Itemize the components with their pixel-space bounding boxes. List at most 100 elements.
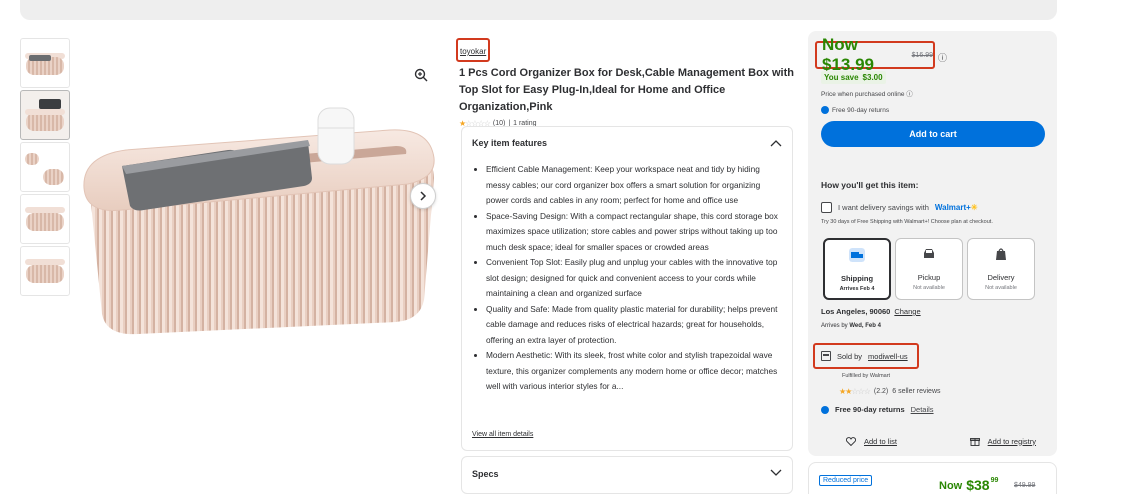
gift-icon (969, 438, 980, 446)
thumbnail-2[interactable] (20, 90, 70, 140)
add-to-registry-label: Add to registry (987, 436, 1036, 446)
specs-heading: Specs (472, 469, 499, 479)
delivery-location: Los Angeles, 90060 Change (821, 307, 921, 316)
reduced-was-price: $49.99 (1014, 482, 1036, 489)
chevron-up-icon[interactable] (770, 139, 782, 147)
option-label: Delivery (987, 273, 1015, 282)
arrives-by: Arrives by Wed, Feb 4 (821, 323, 881, 329)
seller-rating-value: (2.2) (873, 388, 889, 395)
reduced-now-price: Now $38 99 (939, 477, 998, 493)
option-shipping[interactable]: Shipping Arrives Feb 4 (823, 238, 891, 300)
brand-highlight: toyokar (456, 38, 491, 62)
location-text: Los Angeles, 90060 (821, 307, 891, 316)
walmart-plus-brand: Walmart+ (934, 203, 971, 212)
feature-item: Modern Aesthetic: With its sleek, frost … (486, 348, 782, 395)
add-to-list-label: Add to list (864, 436, 897, 446)
you-save-label: You save (824, 73, 859, 82)
price-when-online-text: Price when purchased online (821, 91, 905, 98)
reduced-dollars: $38 (966, 477, 990, 493)
reduced-price-card[interactable]: Reduced price Now $38 99 $49.99 (808, 462, 1057, 494)
fulfilled-by: Fulfilled by Walmart (842, 373, 891, 379)
fulfillment-heading: How you'll get this item: (821, 180, 919, 190)
brand-link[interactable]: toyokar (460, 47, 486, 56)
change-location-link[interactable]: Change (894, 307, 920, 316)
thumbnail-strip (20, 38, 72, 298)
walmart-plus-checkbox[interactable] (821, 202, 832, 213)
seller-rating: ★★☆☆☆ (2.2) 6 seller reviews (839, 387, 941, 396)
sold-by-label: Sold by (837, 351, 863, 361)
pickup-car-icon (924, 249, 934, 258)
zoom-in-icon (414, 68, 428, 82)
top-bar (20, 0, 1057, 20)
seller-stars: ★★☆☆☆ (839, 387, 871, 396)
add-to-list-button[interactable]: Add to list (846, 436, 897, 446)
main-product-image[interactable] (78, 38, 440, 338)
option-sub: Not available (985, 285, 1017, 291)
info-icon[interactable]: ⓘ (938, 51, 947, 64)
returns-icon (821, 106, 829, 114)
add-to-registry-button[interactable]: Add to registry (969, 436, 1036, 446)
sold-by-highlight: Sold by modiwell-us (813, 343, 919, 369)
thumbnail-1[interactable] (20, 38, 70, 88)
chevron-right-icon (420, 191, 427, 201)
arrives-by-label: Arrives by (821, 323, 848, 329)
walmart-plus-option: I want delivery savings with Walmart+✳ (821, 202, 978, 213)
thumbnail-5[interactable] (20, 246, 70, 296)
now-price: Now $13.99 (822, 35, 874, 74)
store-icon (821, 351, 831, 361)
info-icon[interactable]: ⓘ (906, 91, 913, 98)
shipping-truck-icon (849, 248, 865, 262)
key-features-header[interactable]: Key item features (472, 138, 782, 148)
seller-reviews[interactable]: 6 seller reviews (892, 388, 940, 395)
delivery-bag-icon (996, 248, 1006, 260)
chevron-down-icon (770, 469, 782, 476)
key-features-heading: Key item features (472, 138, 548, 148)
walmart-plus-text: I want delivery savings with (838, 203, 929, 212)
option-pickup[interactable]: Pickup Not available (895, 238, 963, 300)
key-features-panel: Key item features Efficient Cable Manage… (461, 126, 793, 451)
option-sub: Not available (913, 285, 945, 291)
price-when-online: Price when purchased online ⓘ (821, 88, 913, 98)
zoom-button[interactable] (409, 63, 433, 87)
feature-item: Space-Saving Design: With a compact rect… (486, 209, 782, 256)
savings-badge: You save $3.00 (821, 71, 886, 84)
free-returns-small-text: Free 90-day returns (832, 106, 890, 114)
spark-icon: ✳ (970, 203, 978, 212)
product-title: 1 Pcs Cord Organizer Box for Desk,Cable … (459, 67, 794, 113)
heart-icon (846, 436, 856, 446)
seller-link[interactable]: modiwell-us (868, 352, 908, 361)
walmart-plus-logo: Walmart+✳ (935, 203, 978, 212)
free-returns-badge: Free 90-day returns (821, 106, 889, 114)
reduced-price-tag: Reduced price (819, 475, 873, 486)
returns-details-link[interactable]: Details (911, 405, 934, 414)
option-sub: Arrives Feb 4 (839, 286, 875, 292)
product-info: toyokar 1 Pcs Cord Organizer Box for Des… (456, 38, 794, 128)
trial-text: Try 30 days of Free Shipping with Walmar… (821, 219, 993, 225)
option-delivery[interactable]: Delivery Not available (967, 238, 1035, 300)
reduced-cents: 99 (990, 477, 999, 484)
specs-panel[interactable]: Specs (461, 456, 793, 494)
feature-item: Convenient Top Slot: Easily plug and unp… (486, 255, 782, 302)
returns-icon (821, 405, 829, 414)
add-to-cart-button[interactable]: Add to cart (821, 121, 1045, 147)
you-save-amount: $3.00 (862, 73, 883, 82)
view-all-details-link[interactable]: View all item details (472, 431, 533, 438)
feature-list: Efficient Cable Management: Keep your wo… (472, 162, 782, 395)
list-registry-row: Add to list Add to registry (846, 436, 1036, 446)
next-image-button[interactable] (410, 183, 436, 209)
option-label: Shipping (840, 274, 874, 283)
free-returns-text: Free 90-day returns (835, 405, 905, 414)
fulfillment-options: Shipping Arrives Feb 4 Pickup Not availa… (823, 238, 1035, 300)
price-highlight: Now $13.99 $16.99 (815, 35, 935, 74)
thumbnail-3[interactable] (20, 142, 70, 192)
option-label: Pickup (917, 273, 941, 282)
thumbnail-4[interactable] (20, 194, 70, 244)
arrives-by-date: Wed, Feb 4 (849, 323, 881, 329)
feature-item: Efficient Cable Management: Keep your wo… (486, 162, 782, 209)
free-returns-row: Free 90-day returns Details (821, 405, 934, 414)
cable-box-illustration (83, 107, 435, 335)
buy-box: Now $13.99 $16.99 ⓘ You save $3.00 Price … (808, 31, 1057, 456)
feature-item: Quality and Safe: Made from quality plas… (486, 302, 782, 349)
was-price: $16.99 (911, 51, 933, 59)
reduced-now-label: Now (939, 480, 963, 492)
